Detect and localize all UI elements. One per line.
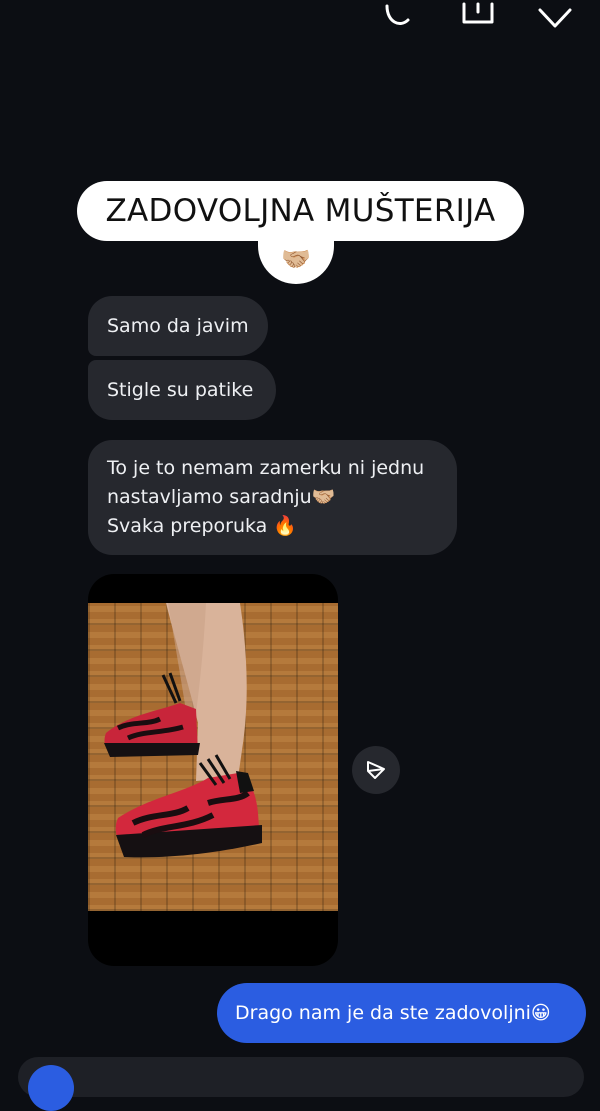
message-line: Svaka preporuka 🔥: [107, 515, 297, 537]
message-text: Samo da javim: [107, 314, 249, 337]
chevron-down-icon[interactable]: [538, 0, 572, 30]
outgoing-message[interactable]: Drago nam je da ste zadovoljni😀: [217, 983, 586, 1043]
camera-button[interactable]: [28, 1065, 74, 1111]
message-text: Drago nam je da ste zadovoljni😀: [235, 1002, 551, 1024]
incoming-message[interactable]: To je to nemam zamerku ni jednu nastavlj…: [88, 440, 457, 555]
share-button[interactable]: [352, 746, 400, 794]
message-line: nastavljamo saradnju🤝🏼: [107, 486, 336, 508]
banner-title: ZADOVOLJNA MUŠTERIJA: [77, 181, 524, 241]
message-composer[interactable]: [18, 1057, 584, 1111]
incoming-message[interactable]: Samo da javim: [88, 296, 268, 356]
photo-message[interactable]: [88, 574, 338, 966]
reaction-emoji[interactable]: 🤝🏼: [258, 234, 334, 284]
link-icon[interactable]: [382, 0, 416, 30]
message-line: To je to nemam zamerku ni jednu: [107, 457, 425, 479]
top-toolbar: [382, 0, 572, 30]
sneakers-photo: [88, 603, 338, 911]
message-text: Stigle su patike: [107, 378, 254, 401]
sneakers-illustration: [104, 603, 262, 858]
tray-icon[interactable]: [460, 0, 494, 30]
send-icon: [367, 761, 385, 779]
incoming-message[interactable]: Stigle su patike: [88, 360, 276, 420]
